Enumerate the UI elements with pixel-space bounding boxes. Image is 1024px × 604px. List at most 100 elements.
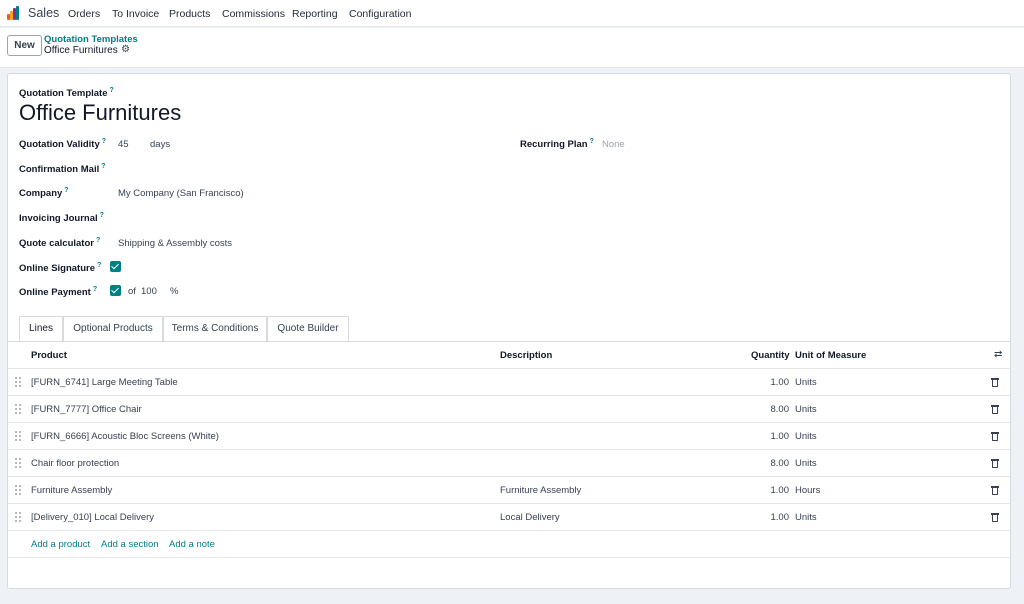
help-icon[interactable]: ? xyxy=(97,262,101,269)
online-payment-label: Online Payment? xyxy=(19,286,97,298)
company-label: Company? xyxy=(19,187,69,199)
product-cell[interactable]: [Delivery_010] Local Delivery xyxy=(31,512,154,523)
trash-icon[interactable] xyxy=(991,404,999,414)
recurring-plan-field[interactable]: None xyxy=(602,139,625,150)
percent-sign: % xyxy=(170,286,179,297)
table-row[interactable]: [Delivery_010] Local Delivery Local Deli… xyxy=(8,503,1010,530)
table-row[interactable]: Furniture Assembly Furniture Assembly 1.… xyxy=(8,476,1010,503)
gear-icon[interactable]: ⚙ xyxy=(121,45,131,55)
uom-cell[interactable]: Hours xyxy=(795,485,820,496)
optional-columns-icon[interactable]: ⇄ xyxy=(994,349,1002,360)
menu-configuration[interactable]: Configuration xyxy=(349,8,411,20)
drag-handle-icon[interactable] xyxy=(15,512,22,522)
uom-cell[interactable]: Units xyxy=(795,431,817,442)
quote-calculator-field[interactable]: Shipping & Assembly costs xyxy=(118,238,232,249)
company-field[interactable]: My Company (San Francisco) xyxy=(118,188,244,199)
payment-of-text: of xyxy=(128,286,136,297)
logo-bar xyxy=(16,6,19,20)
menu-products[interactable]: Products xyxy=(169,8,210,20)
column-description[interactable]: Description xyxy=(500,350,552,361)
help-icon[interactable]: ? xyxy=(93,286,97,293)
column-quantity[interactable]: Quantity xyxy=(751,350,790,361)
uom-cell[interactable]: Units xyxy=(795,377,817,388)
column-unit-of-measure[interactable]: Unit of Measure xyxy=(795,350,866,361)
add-note-link[interactable]: Add a note xyxy=(169,539,215,550)
add-section-link[interactable]: Add a section xyxy=(101,539,159,550)
menu-orders[interactable]: Orders xyxy=(68,8,100,20)
trash-icon[interactable] xyxy=(991,377,999,387)
template-name-field[interactable]: Office Furnitures xyxy=(19,100,181,126)
help-icon[interactable]: ? xyxy=(101,163,105,170)
validity-unit: days xyxy=(150,139,171,150)
new-button[interactable]: New xyxy=(7,35,42,56)
product-cell[interactable]: [FURN_7777] Office Chair xyxy=(31,404,142,415)
label-text: Online Signature xyxy=(19,263,96,275)
drag-handle-icon[interactable] xyxy=(15,404,22,414)
column-product[interactable]: Product xyxy=(31,350,67,361)
quantity-cell[interactable]: 1.00 xyxy=(771,512,790,523)
quotation-validity-field[interactable]: 45 xyxy=(118,139,129,150)
drag-handle-icon[interactable] xyxy=(15,377,22,387)
label-text: Confirmation Mail xyxy=(19,164,100,176)
uom-cell[interactable]: Units xyxy=(795,512,817,523)
drag-handle-icon[interactable] xyxy=(15,431,22,441)
table-row[interactable]: [FURN_6666] Acoustic Bloc Screens (White… xyxy=(8,422,1010,449)
drag-handle-icon[interactable] xyxy=(15,485,22,495)
app-name[interactable]: Sales xyxy=(28,6,59,20)
table-divider xyxy=(8,530,1010,531)
label-text: Quotation Template xyxy=(19,88,108,100)
tab-lines[interactable]: Lines xyxy=(19,316,63,342)
trash-icon[interactable] xyxy=(991,431,999,441)
menu-commissions[interactable]: Commissions xyxy=(222,8,285,20)
quantity-cell[interactable]: 1.00 xyxy=(771,485,790,496)
add-product-link[interactable]: Add a product xyxy=(31,539,90,550)
menu-to-invoice[interactable]: To Invoice xyxy=(112,8,159,20)
confirmation-mail-field[interactable] xyxy=(118,163,498,175)
invoicing-journal-field[interactable] xyxy=(118,212,498,224)
label-text: Quote calculator xyxy=(19,238,94,250)
table-row[interactable]: [FURN_7777] Office Chair 8.00 Units xyxy=(8,395,1010,422)
uom-cell[interactable]: Units xyxy=(795,404,817,415)
quantity-cell[interactable]: 8.00 xyxy=(771,458,790,469)
tab-optional-products[interactable]: Optional Products xyxy=(63,316,163,341)
trash-icon[interactable] xyxy=(991,458,999,468)
quantity-cell[interactable]: 1.00 xyxy=(771,377,790,388)
sales-app-icon[interactable] xyxy=(7,6,21,20)
control-panel xyxy=(0,28,1024,68)
drag-handle-icon[interactable] xyxy=(15,458,22,468)
trash-icon[interactable] xyxy=(991,512,999,522)
menu-reporting[interactable]: Reporting xyxy=(292,8,338,20)
table-row[interactable]: [FURN_6741] Large Meeting Table 1.00 Uni… xyxy=(8,368,1010,395)
confirmation-mail-label: Confirmation Mail? xyxy=(19,163,106,175)
help-icon[interactable]: ? xyxy=(64,187,68,194)
label-text: Online Payment xyxy=(19,287,91,299)
table-row[interactable]: Chair floor protection 8.00 Units xyxy=(8,449,1010,476)
help-icon[interactable]: ? xyxy=(96,237,100,244)
description-cell[interactable]: Local Delivery xyxy=(500,512,560,523)
online-signature-checkbox[interactable] xyxy=(110,261,121,272)
help-icon[interactable]: ? xyxy=(102,138,106,145)
quantity-cell[interactable]: 1.00 xyxy=(771,431,790,442)
tab-terms-conditions[interactable]: Terms & Conditions xyxy=(163,316,267,341)
label-text: Company xyxy=(19,188,63,200)
label-text: Recurring Plan xyxy=(520,139,588,151)
table-bottom-border xyxy=(8,557,1010,558)
product-cell[interactable]: Chair floor protection xyxy=(31,458,119,469)
label-text: Invoicing Journal xyxy=(19,213,98,225)
uom-cell[interactable]: Units xyxy=(795,458,817,469)
help-icon[interactable]: ? xyxy=(110,87,114,94)
product-cell[interactable]: [FURN_6741] Large Meeting Table xyxy=(31,377,178,388)
help-icon[interactable]: ? xyxy=(590,138,594,145)
product-cell[interactable]: Furniture Assembly xyxy=(31,485,112,496)
payment-percent-field[interactable]: 100 xyxy=(141,286,157,297)
top-navbar: Sales Orders To Invoice Products Commiss… xyxy=(0,0,1024,27)
trash-icon[interactable] xyxy=(991,485,999,495)
product-cell[interactable]: [FURN_6666] Acoustic Bloc Screens (White… xyxy=(31,431,219,442)
help-icon[interactable]: ? xyxy=(100,212,104,219)
tab-quote-builder[interactable]: Quote Builder xyxy=(267,316,349,341)
description-cell[interactable]: Furniture Assembly xyxy=(500,485,581,496)
quantity-cell[interactable]: 8.00 xyxy=(771,404,790,415)
online-payment-checkbox[interactable] xyxy=(110,285,121,296)
invoicing-journal-label: Invoicing Journal? xyxy=(19,212,104,224)
quote-calculator-label: Quote calculator? xyxy=(19,237,100,249)
